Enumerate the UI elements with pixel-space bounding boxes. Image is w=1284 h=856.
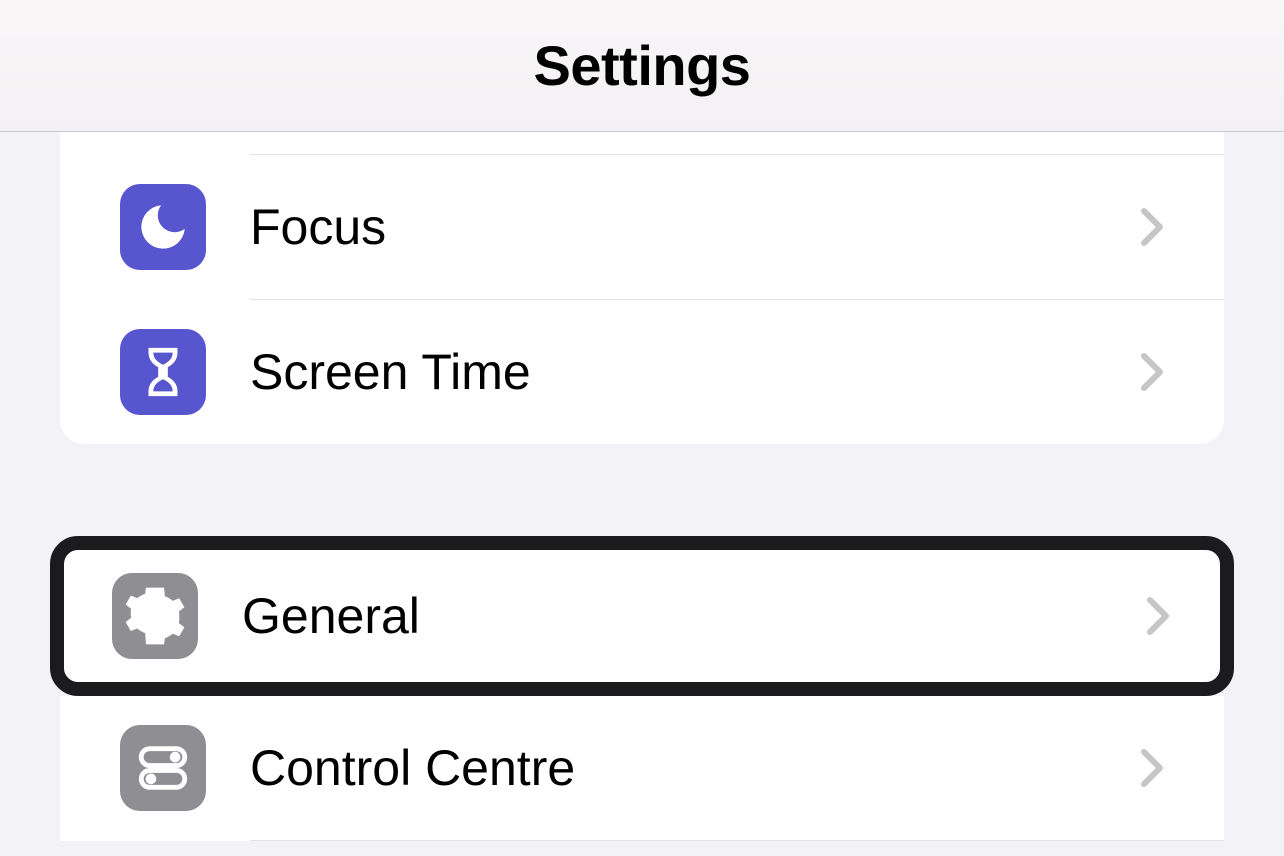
- group1-partial-row: [60, 132, 1224, 154]
- toggles-icon: [120, 725, 206, 811]
- settings-group-2: Control Centre: [60, 696, 1224, 841]
- settings-row-control-centre[interactable]: Control Centre: [60, 696, 1224, 840]
- moon-icon: [120, 184, 206, 270]
- settings-row-label: General: [242, 587, 1146, 645]
- chevron-right-icon: [1140, 352, 1164, 392]
- settings-row-focus[interactable]: Focus: [60, 155, 1224, 299]
- settings-row-screen-time[interactable]: Screen Time: [60, 300, 1224, 444]
- settings-row-general-highlight: General: [50, 536, 1234, 696]
- chevron-right-icon: [1140, 748, 1164, 788]
- chevron-right-icon: [1146, 596, 1170, 636]
- gear-icon: [112, 573, 198, 659]
- settings-row-general[interactable]: General: [64, 550, 1220, 682]
- row-separator: [60, 840, 1224, 841]
- chevron-right-icon: [1140, 207, 1164, 247]
- settings-header: Settings: [0, 0, 1284, 132]
- settings-row-label: Screen Time: [250, 343, 1140, 401]
- settings-row-label: Control Centre: [250, 739, 1140, 797]
- hourglass-icon: [120, 329, 206, 415]
- page-title: Settings: [534, 33, 751, 98]
- settings-content: Focus Screen Time General: [0, 132, 1284, 841]
- group-gap: [0, 444, 1284, 536]
- settings-group-1: Focus Screen Time: [60, 132, 1224, 444]
- settings-row-label: Focus: [250, 198, 1140, 256]
